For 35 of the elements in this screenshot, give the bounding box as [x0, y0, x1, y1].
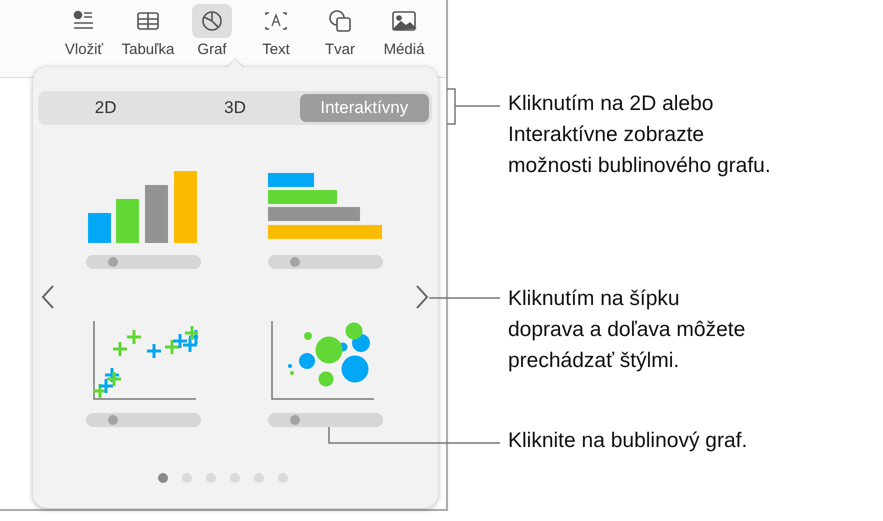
pie-chart-icon [199, 9, 225, 33]
toolbar-button[interactable]: Graf [180, 0, 244, 77]
slider-track[interactable] [268, 255, 382, 269]
toolbar-button[interactable]: Vložiť [52, 0, 116, 77]
slider-track[interactable] [86, 413, 200, 427]
toolbar-button[interactable]: Tabuľka [116, 0, 180, 77]
page-dot[interactable] [254, 473, 264, 483]
chevron-right-icon[interactable] [415, 284, 429, 310]
shapes-icon [327, 9, 353, 33]
slider-thumb[interactable] [108, 257, 118, 267]
toolbar-button[interactable]: Tvar [308, 0, 372, 77]
slider-thumb[interactable] [108, 415, 118, 425]
image-icon [391, 9, 417, 33]
toolbar-button[interactable]: Médiá [372, 0, 436, 77]
callout-text: Kliknutím na 2D alebo Interaktívne zobrazte možnosti bublinového grafu. [508, 91, 771, 179]
bracket-leader-line [446, 88, 501, 125]
slider-thumb[interactable] [290, 415, 300, 425]
slider-track[interactable] [268, 413, 382, 427]
leader-line [429, 297, 500, 299]
table-icon [135, 9, 161, 33]
slider-track[interactable] [86, 255, 200, 269]
text-box-icon [263, 9, 289, 33]
slider-thumb[interactable] [290, 257, 300, 267]
chevron-left-icon[interactable] [41, 284, 55, 310]
column-chart-drawing[interactable] [88, 171, 198, 243]
callout-text: Kliknutím na šípku doprava a doľava môžete prechádzať štýlmi. [508, 286, 746, 374]
page-dot[interactable] [158, 473, 168, 483]
segment-tab[interactable]: 2D [41, 94, 170, 122]
toolbar-button[interactable]: Text [244, 0, 308, 77]
page-dot[interactable] [206, 473, 216, 483]
page-dot[interactable] [278, 473, 288, 483]
page-dot[interactable] [182, 473, 192, 483]
page-dot[interactable] [230, 473, 240, 483]
segment-tab[interactable]: 3D [170, 94, 300, 122]
callout-text: Kliknite na bublinový graf. [508, 428, 748, 454]
